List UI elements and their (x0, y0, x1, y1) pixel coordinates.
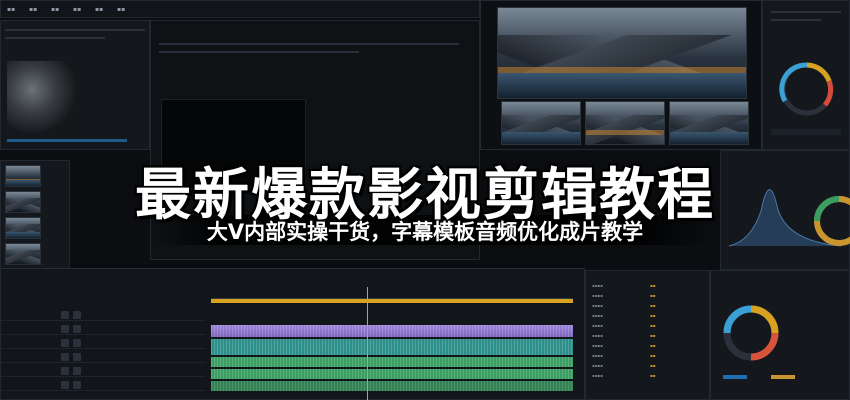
list-item[interactable]: ▪▪▪▪ ▪▪ (592, 293, 703, 301)
lock-icon[interactable] (61, 367, 69, 375)
lock-icon[interactable] (61, 353, 69, 361)
audio-track (211, 381, 573, 391)
menu-item[interactable]: ▪▪ (7, 6, 15, 13)
list-item[interactable]: ▪▪▪▪ ▪▪ (592, 353, 703, 361)
menu-item[interactable]: ▪▪ (73, 6, 81, 13)
divider (159, 51, 359, 53)
mic-icon[interactable] (73, 381, 81, 389)
audio-clip[interactable] (211, 339, 573, 355)
audio-track (211, 357, 573, 367)
audio-track (211, 339, 573, 355)
list-item[interactable]: ▪▪▪▪ ▪▪ (592, 323, 703, 331)
divider (5, 37, 105, 39)
top-menu-bar: ▪▪ ▪▪ ▪▪ ▪▪ ▪▪ ▪▪ (0, 0, 480, 18)
media-thumb[interactable] (5, 243, 41, 265)
audio-clip[interactable] (211, 381, 573, 391)
list-item[interactable]: ▪▪▪▪ ▪▪ (592, 333, 703, 341)
source-monitor (0, 20, 150, 150)
track-header[interactable] (1, 379, 206, 391)
lock-icon[interactable] (61, 381, 69, 389)
list-item[interactable]: ▪▪▪▪ ▪▪ (592, 373, 703, 381)
lock-icon[interactable] (61, 325, 69, 333)
timeline-panel (0, 268, 585, 400)
timeline-ruler[interactable] (211, 287, 573, 299)
list-item[interactable]: ▪▪▪▪ ▪▪ (592, 303, 703, 311)
video-track (211, 325, 573, 337)
track-header[interactable] (1, 337, 206, 349)
list-item[interactable]: ▪▪▪▪ ▪▪ (592, 343, 703, 351)
lock-icon[interactable] (61, 339, 69, 347)
menu-item[interactable]: ▪▪ (51, 6, 59, 13)
eye-icon[interactable] (73, 311, 81, 319)
metadata-panel: ▪▪▪▪ ▪▪ ▪▪▪▪ ▪▪ ▪▪▪▪ ▪▪ ▪▪▪▪ ▪▪ ▪▪▪▪ ▪▪ ▪▪▪▪ ▪… (585, 270, 710, 400)
color-wheel-panel (710, 270, 850, 400)
track-header[interactable] (1, 365, 206, 377)
subtitle-text: 大V内部实操干货，字幕模板音频优化成片教学 (206, 220, 644, 244)
landscape-thumb[interactable] (501, 101, 581, 145)
work-area-bar[interactable] (211, 299, 573, 303)
track-header[interactable] (1, 323, 206, 335)
circle-scope-icon (771, 11, 841, 135)
audio-track (211, 369, 573, 379)
menu-item[interactable]: ▪▪ (117, 6, 125, 13)
audio-clip[interactable] (211, 357, 573, 367)
mic-icon[interactable] (73, 367, 81, 375)
audio-clip[interactable] (211, 369, 573, 379)
photo-viewer (480, 0, 762, 150)
list-item[interactable]: ▪▪▪▪ ▪▪ (592, 313, 703, 321)
track-header[interactable] (1, 351, 206, 363)
list-item[interactable]: ▪▪▪▪ ▪▪ (592, 363, 703, 371)
landscape-photo[interactable] (497, 7, 747, 99)
mic-icon[interactable] (73, 339, 81, 347)
landscape-thumb[interactable] (585, 101, 665, 145)
lock-icon[interactable] (61, 311, 69, 319)
color-scope-panel (762, 0, 850, 150)
eye-icon[interactable] (73, 325, 81, 333)
track-header[interactable] (1, 309, 206, 321)
playhead[interactable] (367, 287, 368, 400)
source-progress-bar[interactable] (7, 139, 127, 142)
menu-item[interactable]: ▪▪ (95, 6, 103, 13)
list-item[interactable]: ▪▪▪▪ ▪▪ (592, 283, 703, 291)
landscape-thumb[interactable] (669, 101, 749, 145)
mic-icon[interactable] (73, 353, 81, 361)
menu-item[interactable]: ▪▪ (29, 6, 37, 13)
divider (159, 43, 459, 45)
source-preview[interactable] (7, 61, 79, 133)
divider (5, 29, 145, 31)
video-clip[interactable] (211, 325, 573, 337)
